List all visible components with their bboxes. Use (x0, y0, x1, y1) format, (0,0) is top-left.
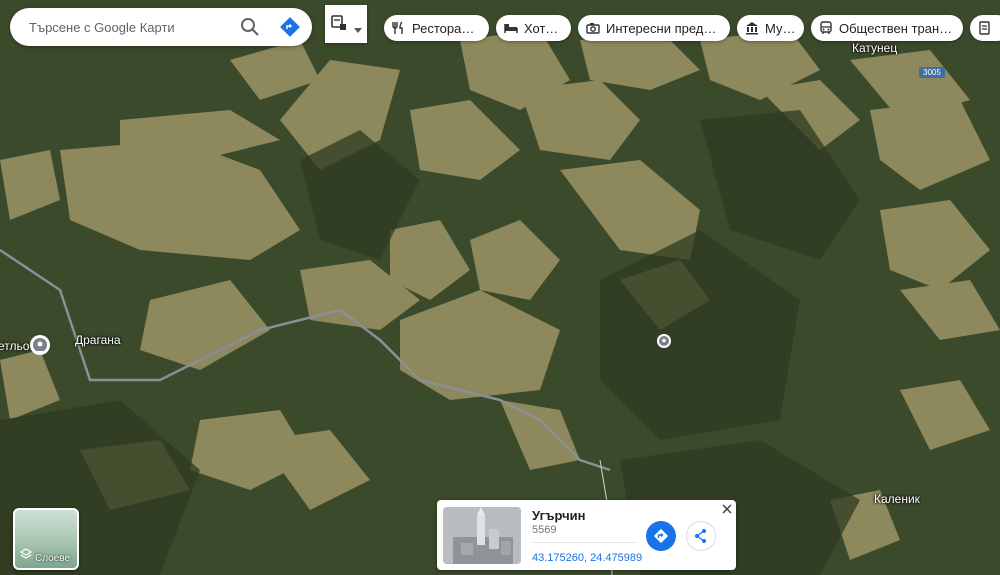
search-box (10, 8, 312, 46)
share-button[interactable] (686, 521, 716, 551)
chip-hotels[interactable]: Хотели (496, 15, 571, 41)
chip-attractions[interactable]: Интересни предло… (578, 15, 730, 41)
layers-label: Слоеве (35, 553, 71, 564)
satellite-map[interactable] (0, 0, 1000, 575)
place-info-card[interactable]: Угърчин 5569 43.175260, 24.475989 (437, 500, 736, 570)
place-label-dragana[interactable]: Драгана (75, 333, 121, 347)
chip-label: Хотели (524, 20, 563, 36)
road-shield: 3005 (919, 67, 945, 78)
search-input[interactable] (29, 8, 229, 46)
directions-button[interactable] (646, 521, 676, 551)
directions-icon (653, 528, 669, 544)
chip-label: Интересни предло… (606, 20, 722, 36)
directions-icon[interactable] (280, 17, 300, 37)
close-icon[interactable] (720, 502, 734, 516)
share-icon (695, 529, 706, 543)
camera-icon (586, 21, 600, 35)
layers-icon (19, 547, 33, 565)
chip-public-transit[interactable]: Обществен транс… (811, 15, 963, 41)
place-label-kalenik[interactable]: Каленик (874, 492, 920, 506)
place-pin-icon[interactable] (29, 334, 51, 363)
chip-label: Музеи (765, 20, 796, 36)
chip-label: Ресторанти (412, 20, 481, 36)
divider (532, 542, 637, 543)
place-label-svetlo[interactable]: етльо (0, 339, 29, 353)
bus-icon (819, 21, 833, 35)
chevron-down-icon[interactable] (354, 21, 362, 39)
museum-icon (745, 21, 759, 35)
layers-button[interactable]: Слоеве (13, 508, 79, 570)
place-photo[interactable] (443, 507, 521, 564)
more-category-icon (978, 21, 992, 35)
transit-layer-icon (331, 15, 347, 36)
search-icon[interactable] (240, 17, 260, 37)
chip-restaurants[interactable]: Ресторанти (384, 15, 489, 41)
chip-more[interactable] (970, 15, 1000, 41)
chip-label: Обществен транс… (839, 20, 955, 36)
place-title[interactable]: Угърчин (532, 508, 586, 523)
postal-code: 5569 (532, 524, 557, 536)
place-pin-icon[interactable] (656, 333, 672, 356)
coordinates-link[interactable]: 43.175260, 24.475989 (532, 552, 642, 564)
transit-layer-button[interactable] (325, 5, 367, 43)
chip-museums[interactable]: Музеи (737, 15, 804, 41)
bed-icon (504, 21, 518, 35)
place-label-katunets[interactable]: Катунец (852, 41, 897, 55)
fork-knife-icon (392, 21, 406, 35)
